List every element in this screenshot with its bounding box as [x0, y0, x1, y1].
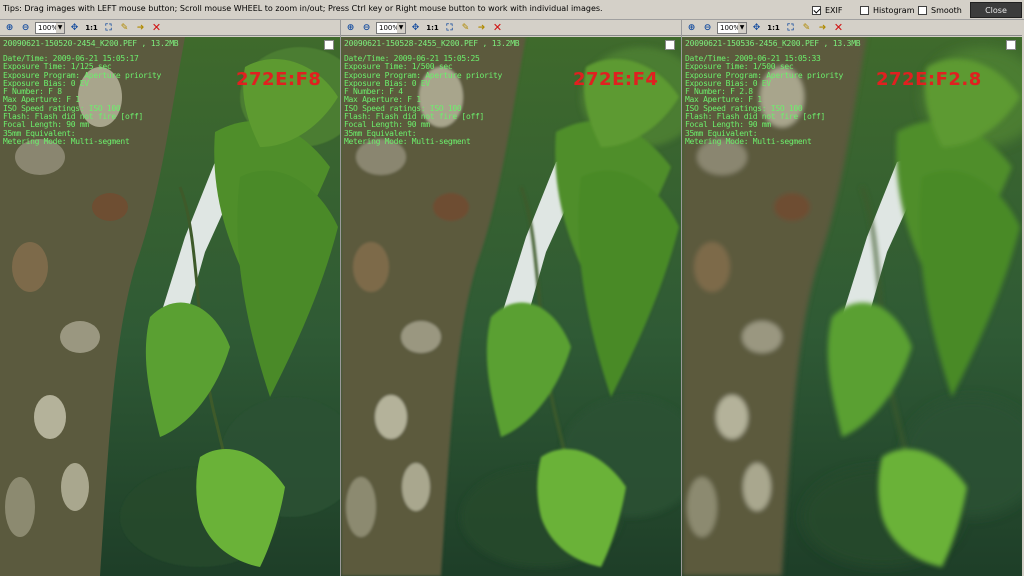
fit-window-icon[interactable]: ✥ [68, 22, 81, 34]
main-toolbar: Tips: Drag images with LEFT mouse button… [0, 0, 1024, 20]
exif-line: Metering Mode: Multi-segment [3, 136, 130, 146]
open-folder-icon[interactable]: ✎ [118, 22, 131, 34]
next-image-icon[interactable]: ➜ [475, 22, 488, 34]
panel-toolbar: ⊕ ⊖ 100% ▼ ✥ 1:1 ⛶ ✎ ➜ ✕ [341, 20, 681, 36]
select-checkbox[interactable] [324, 40, 334, 50]
exif-info: Date/Time: 2009-06-21 15:05:25 Exposure T… [344, 54, 502, 146]
exif-line: Metering Mode: Multi-segment [685, 136, 812, 146]
aperture-tag: 272E:F4 [573, 69, 659, 90]
one-to-one-button[interactable]: 1:1 [766, 22, 781, 34]
panel-toolbar: ⊕ ⊖ 100% ▼ ✥ 1:1 ⛶ ✎ ➜ ✕ [682, 20, 1022, 36]
one-to-one-button[interactable]: 1:1 [84, 22, 99, 34]
exif-checkbox-label: EXIF [825, 5, 843, 15]
open-folder-icon[interactable]: ✎ [459, 22, 472, 34]
panel-toolbar: ⊕ ⊖ 100% ▼ ✥ 1:1 ⛶ ✎ ➜ ✕ [0, 20, 340, 36]
zoom-value: 100% [379, 23, 400, 32]
close-image-icon[interactable]: ✕ [491, 21, 504, 34]
aperture-tag: 272E:F2.8 [876, 69, 982, 90]
chevron-down-icon: ▼ [56, 22, 64, 33]
zoom-value: 100% [38, 23, 59, 32]
zoom-select[interactable]: 100% ▼ [376, 21, 406, 34]
fit-screen-icon[interactable]: ⛶ [102, 22, 115, 34]
smooth-checkbox-label: Smooth [931, 5, 962, 15]
histogram-checkbox-label: Histogram [873, 5, 915, 15]
image-panel-1[interactable]: ⊕ ⊖ 100% ▼ ✥ 1:1 ⛶ ✎ ➜ ✕ 20090621-150520… [0, 20, 340, 576]
tips-text: Tips: Drag images with LEFT mouse button… [3, 4, 603, 13]
exif-info: Date/Time: 2009-06-21 15:05:17 Exposure T… [3, 54, 161, 146]
close-button[interactable]: Close [970, 2, 1022, 18]
fit-window-icon[interactable]: ✥ [409, 22, 422, 34]
close-image-icon[interactable]: ✕ [832, 21, 845, 34]
exif-info: Date/Time: 2009-06-21 15:05:33 Exposure T… [685, 54, 843, 146]
histogram-checkbox-box[interactable] [860, 5, 869, 15]
zoom-in-icon[interactable]: ⊕ [685, 22, 698, 34]
one-to-one-button[interactable]: 1:1 [425, 22, 440, 34]
chevron-down-icon: ▼ [397, 22, 405, 33]
smooth-checkbox[interactable]: Smooth [918, 5, 962, 15]
select-checkbox[interactable] [665, 40, 675, 50]
open-folder-icon[interactable]: ✎ [800, 22, 813, 34]
zoom-out-icon[interactable]: ⊖ [360, 22, 373, 34]
exif-checkbox-box[interactable] [812, 5, 821, 15]
zoom-in-icon[interactable]: ⊕ [3, 22, 16, 34]
exif-checkbox[interactable]: EXIF [812, 5, 843, 15]
filename-label: 20090621-150528-2455_K200.PEF , 13.2MB [344, 39, 520, 48]
filename-label: 20090621-150520-2454_K200.PEF , 13.2MB [3, 39, 179, 48]
fit-screen-icon[interactable]: ⛶ [784, 22, 797, 34]
fit-window-icon[interactable]: ✥ [750, 22, 763, 34]
zoom-in-icon[interactable]: ⊕ [344, 22, 357, 34]
chevron-down-icon: ▼ [738, 22, 746, 33]
select-checkbox[interactable] [1006, 40, 1016, 50]
zoom-select[interactable]: 100% ▼ [717, 21, 747, 34]
zoom-select[interactable]: 100% ▼ [35, 21, 65, 34]
aperture-tag: 272E:F8 [236, 69, 322, 90]
fit-screen-icon[interactable]: ⛶ [443, 22, 456, 34]
exif-line: Metering Mode: Multi-segment [344, 136, 471, 146]
smooth-checkbox-box[interactable] [918, 5, 927, 15]
zoom-out-icon[interactable]: ⊖ [701, 22, 714, 34]
zoom-value: 100% [720, 23, 741, 32]
zoom-out-icon[interactable]: ⊖ [19, 22, 32, 34]
image-panel-3[interactable]: ⊕ ⊖ 100% ▼ ✥ 1:1 ⛶ ✎ ➜ ✕ 20090621-150536… [682, 20, 1022, 576]
filename-label: 20090621-150536-2456_K200.PEF , 13.3MB [685, 39, 861, 48]
histogram-checkbox[interactable]: Histogram [860, 5, 915, 15]
close-image-icon[interactable]: ✕ [150, 21, 163, 34]
next-image-icon[interactable]: ➜ [134, 22, 147, 34]
next-image-icon[interactable]: ➜ [816, 22, 829, 34]
image-panel-2[interactable]: ⊕ ⊖ 100% ▼ ✥ 1:1 ⛶ ✎ ➜ ✕ 20090621-150528… [341, 20, 681, 576]
